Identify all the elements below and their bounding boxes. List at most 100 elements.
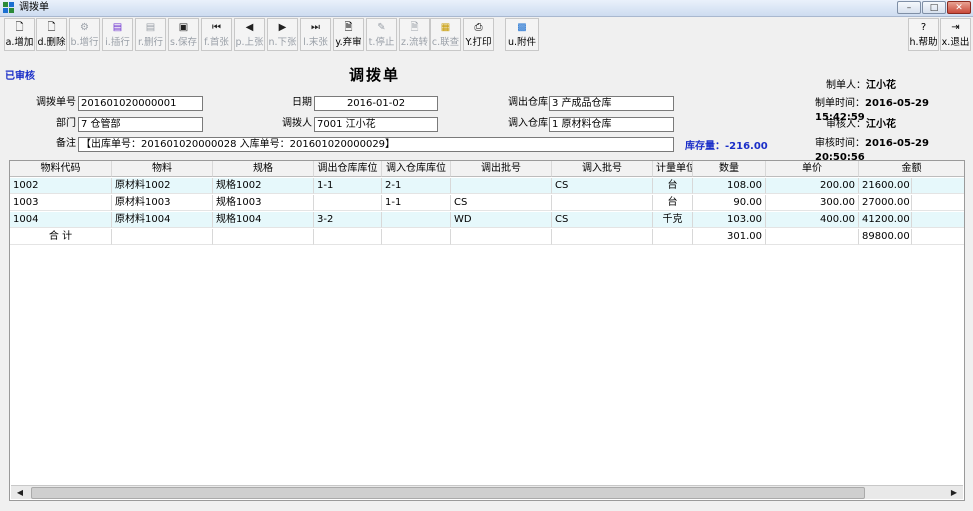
close-button[interactable]: ✕: [947, 1, 971, 14]
cell-out-location[interactable]: [314, 195, 382, 211]
unapprove-button[interactable]: 🗎 y.弃审: [333, 18, 364, 51]
cell-spec[interactable]: 规格1002: [213, 178, 314, 194]
horizontal-scrollbar[interactable]: ◀ ▶: [11, 485, 963, 499]
cell-quantity[interactable]: 103.00: [693, 212, 766, 228]
dept-field[interactable]: 7 仓管部: [78, 117, 203, 132]
auditor-info: 审核人：江小花: [826, 118, 896, 132]
cell-amount[interactable]: 41200.00: [859, 212, 912, 228]
detail-grid[interactable]: 物料代码 物料 规格 调出仓库库位 调入仓库库位 调出批号 调入批号 计量单位 …: [9, 160, 965, 501]
cell-code[interactable]: 1002: [10, 178, 112, 194]
add-button[interactable]: 🗋 a.增加: [4, 18, 35, 51]
save-button[interactable]: ▣ s.保存: [168, 18, 199, 51]
cell-out-batch[interactable]: [451, 178, 552, 194]
cell-amount[interactable]: 21600.00: [859, 178, 912, 194]
scrollbar-thumb[interactable]: [31, 487, 865, 499]
cell-quantity[interactable]: 108.00: [693, 178, 766, 194]
attachment-button[interactable]: ▩ u.附件: [505, 18, 539, 51]
col-header[interactable]: 物料: [112, 161, 213, 177]
stock-quantity: 库存量：-216.00: [685, 141, 768, 152]
add-row-button[interactable]: ⚙ b.增行: [69, 18, 100, 51]
exit-button[interactable]: ⇥ x.退出: [940, 18, 971, 51]
cell-out-batch[interactable]: CS: [451, 195, 552, 211]
doc-no-field[interactable]: 201601020000001: [78, 96, 203, 111]
next-button[interactable]: ▶ n.下张: [267, 18, 298, 51]
transfer-button-label: z.流转: [400, 37, 428, 48]
save-button-label: s.保存: [170, 37, 197, 48]
date-field[interactable]: 2016-01-02: [314, 96, 438, 111]
maximize-button[interactable]: □: [922, 1, 946, 14]
col-header[interactable]: 物料代码: [10, 161, 112, 177]
total-cell: [653, 229, 693, 245]
unapprove-button-label: y.弃审: [335, 37, 362, 48]
page-title: 调拨单: [349, 66, 401, 84]
in-warehouse-field[interactable]: 1 原材料仓库: [549, 117, 674, 132]
col-header[interactable]: 调入仓库库位: [382, 161, 451, 177]
handler-field[interactable]: 7001 江小花: [314, 117, 438, 132]
window-title: 调拨单: [19, 2, 49, 13]
cell-out-batch[interactable]: WD: [451, 212, 552, 228]
cell-spec[interactable]: 规格1004: [213, 212, 314, 228]
remark-field[interactable]: 【出库单号：201601020000028 入库单号：2016010200000…: [78, 137, 674, 152]
transfer-button[interactable]: 🗎 z.流转: [399, 18, 430, 51]
cell-in-batch[interactable]: CS: [552, 178, 653, 194]
save-icon: ▣: [178, 22, 189, 33]
col-header[interactable]: 调出仓库库位: [314, 161, 382, 177]
cell-code[interactable]: 1003: [10, 195, 112, 211]
add-button-label: a.增加: [5, 37, 34, 48]
cell-material[interactable]: 原材料1002: [112, 178, 213, 194]
delete-row-button[interactable]: ▤ r.删行: [135, 18, 166, 51]
total-cell: [112, 229, 213, 245]
cell-blank: [912, 178, 964, 194]
col-header[interactable]: 规格: [213, 161, 314, 177]
insert-row-button[interactable]: ▤ i.插行: [102, 18, 133, 51]
cell-price[interactable]: 200.00: [766, 178, 859, 194]
add-row-button-label: b.增行: [70, 37, 99, 48]
help-button[interactable]: ? h.帮助: [908, 18, 939, 51]
make-time-label: 制单时间：: [815, 98, 865, 109]
cell-in-batch[interactable]: [552, 195, 653, 211]
print-icon: ⎙: [474, 22, 483, 33]
col-header[interactable]: 金额: [859, 161, 964, 177]
col-header[interactable]: 调出批号: [451, 161, 552, 177]
print-button[interactable]: ⎙ Y.打印: [463, 18, 494, 51]
cell-price[interactable]: 400.00: [766, 212, 859, 228]
attachment-icon: ▩: [517, 22, 527, 33]
total-label: 合 计: [10, 229, 112, 245]
last-button-label: l.末张: [303, 37, 328, 48]
cell-in-location[interactable]: [382, 212, 451, 228]
stop-icon: ✎: [377, 22, 386, 33]
col-header[interactable]: 数量: [693, 161, 766, 177]
cell-in-batch[interactable]: CS: [552, 212, 653, 228]
cell-out-location[interactable]: 3-2: [314, 212, 382, 228]
cell-code[interactable]: 1004: [10, 212, 112, 228]
stop-button[interactable]: ✎ t.停止: [366, 18, 397, 51]
cell-unit[interactable]: 台: [653, 195, 693, 211]
delete-button[interactable]: 🗋 d.删除: [36, 18, 67, 51]
cell-material[interactable]: 原材料1004: [112, 212, 213, 228]
col-header[interactable]: 计量单位: [653, 161, 693, 177]
first-button[interactable]: ⏮ f.首张: [201, 18, 232, 51]
minimize-button[interactable]: –: [897, 1, 921, 14]
prev-button[interactable]: ◀ p.上张: [234, 18, 265, 51]
total-cell: [213, 229, 314, 245]
cell-spec[interactable]: 规格1003: [213, 195, 314, 211]
last-button[interactable]: ⏭ l.末张: [300, 18, 331, 51]
cell-quantity[interactable]: 90.00: [693, 195, 766, 211]
cell-amount[interactable]: 27000.00: [859, 195, 912, 211]
maker-value: 江小花: [866, 80, 896, 91]
cell-out-location[interactable]: 1-1: [314, 178, 382, 194]
col-header[interactable]: 单价: [766, 161, 859, 177]
scroll-left-icon[interactable]: ◀: [13, 487, 27, 498]
query-button[interactable]: ▦ c.联查: [430, 18, 461, 51]
exit-button-label: x.退出: [941, 37, 970, 48]
cell-material[interactable]: 原材料1003: [112, 195, 213, 211]
scroll-right-icon[interactable]: ▶: [947, 487, 961, 498]
cell-in-location[interactable]: 1-1: [382, 195, 451, 211]
total-cell: [382, 229, 451, 245]
cell-in-location[interactable]: 2-1: [382, 178, 451, 194]
col-header[interactable]: 调入批号: [552, 161, 653, 177]
out-warehouse-field[interactable]: 3 产成品仓库: [549, 96, 674, 111]
cell-unit[interactable]: 千克: [653, 212, 693, 228]
cell-unit[interactable]: 台: [653, 178, 693, 194]
cell-price[interactable]: 300.00: [766, 195, 859, 211]
